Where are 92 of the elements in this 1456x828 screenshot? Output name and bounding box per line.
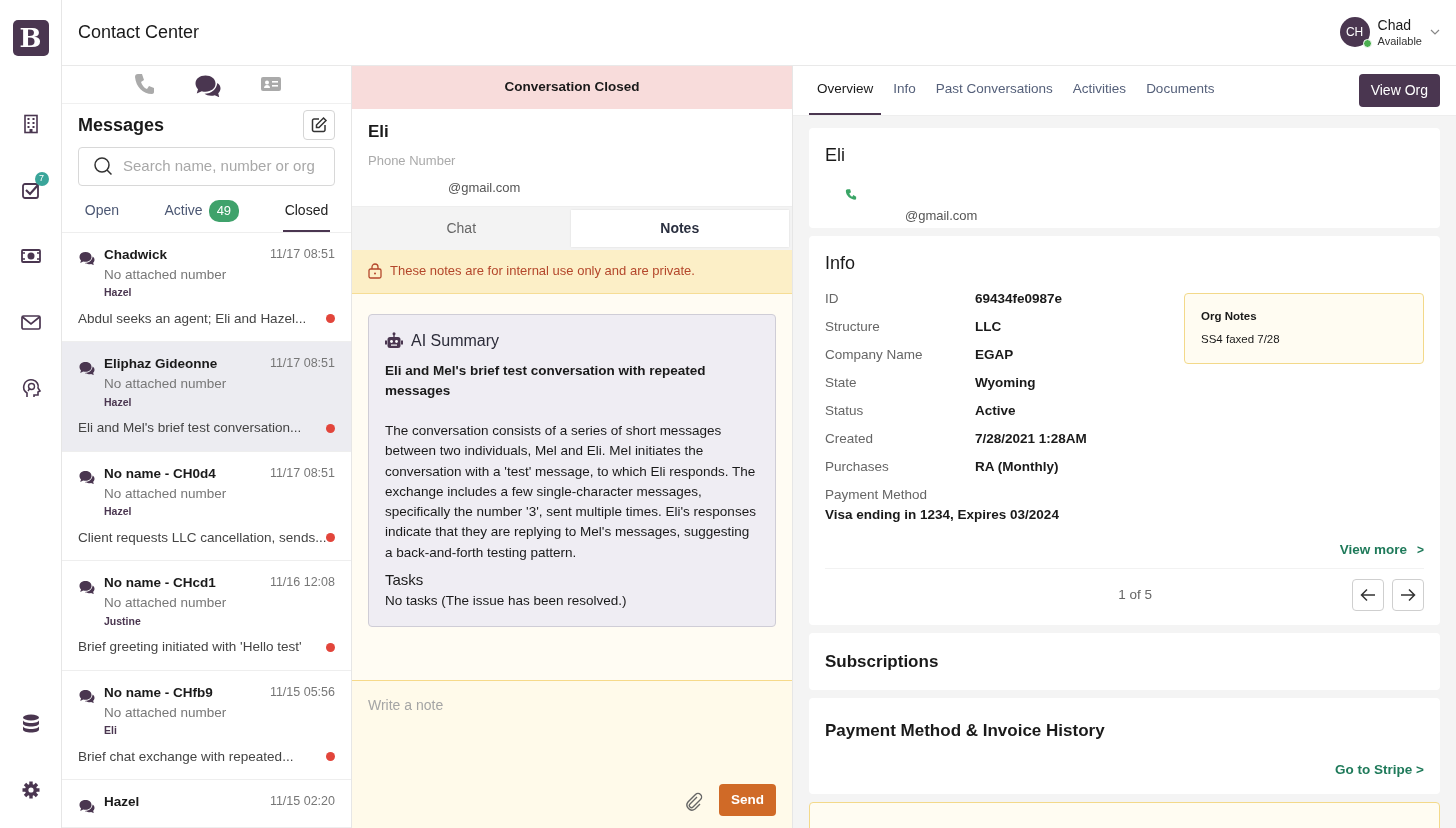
contact-name: Eli <box>825 144 846 167</box>
filter-tab[interactable]: Open <box>82 194 121 232</box>
field-label: Company Name <box>825 345 924 364</box>
timestamp: 11/17 08:51 <box>269 245 335 263</box>
conversation-item[interactable]: Hazel 11/15 02:20 <box>62 780 351 828</box>
section-title: Tasks <box>385 569 425 590</box>
tab[interactable]: Notes <box>570 209 789 247</box>
field-value: LLC <box>975 317 1002 336</box>
tab[interactable]: Documents <box>1138 66 1223 115</box>
email-text: @gmail.com <box>905 207 979 225</box>
contact-name: Eli <box>368 121 390 143</box>
notice-text: These notes are for internal use only and are private. <box>390 262 695 281</box>
count-badge: 7 <box>34 172 49 186</box>
note-text: SS4 faxed 7/28 <box>1201 332 1281 348</box>
user-menu[interactable]: CH Chad Available <box>1339 16 1440 49</box>
contact-name: Chadwick <box>104 245 168 264</box>
field-value: Visa ending in 1234, Expires 03/2024 <box>825 506 1060 525</box>
contact-name: No name - CH0d4 <box>104 464 216 483</box>
search-field[interactable]: Search name, number or org <box>78 146 335 186</box>
contact-name: Hazel <box>104 793 140 811</box>
agent-name: Justine <box>104 613 142 629</box>
timestamp: 11/17 08:51 <box>269 464 335 482</box>
email-text: @gmail.com <box>448 179 522 197</box>
count-badge: 49 <box>208 200 240 222</box>
filter-tab[interactable]: Active 49 <box>162 194 242 232</box>
logo: B <box>12 20 49 56</box>
view-org-button[interactable]: View Org <box>1358 74 1440 107</box>
card-title: AI Summary <box>411 330 499 351</box>
search-input[interactable]: Search name, number or org <box>121 154 320 179</box>
note-field[interactable]: Write a note <box>352 680 792 784</box>
summary-text: Brief greeting initiated with 'Hello test' <box>78 638 302 657</box>
card-title: Payment Method & Invoice History <box>825 720 1106 743</box>
tasks-text: No tasks (The issue has been resolved.) <box>385 592 628 611</box>
tab[interactable]: Activities <box>1064 66 1135 115</box>
phone-number: No attached number <box>104 484 228 503</box>
conversation-item[interactable]: No name - CH0d4 11/17 08:51 No attached number Hazel Client requests LLC cancellation, sends... <box>62 451 351 561</box>
contact-name: No name - CHcd1 <box>104 574 216 592</box>
timestamp: 11/15 05:56 <box>269 683 335 701</box>
field-label: Structure <box>825 317 881 336</box>
user-name: Chad <box>1377 16 1412 35</box>
stripe-link[interactable]: Go to Stripe > <box>1335 759 1424 780</box>
contact-name: No name - CHfb9 <box>104 683 213 702</box>
timestamp: 11/17 08:51 <box>269 355 335 372</box>
card-title: Subscriptions <box>825 650 940 673</box>
summary-text: Client requests LLC cancellation, sends... <box>78 528 327 547</box>
agent-name: Hazel <box>104 285 133 300</box>
field-label: ID <box>825 289 840 308</box>
view-more-link[interactable]: View more > <box>1339 539 1424 560</box>
agent-name: Eli <box>104 723 118 738</box>
page-indicator: 1 of 5 <box>1118 585 1152 604</box>
agent-name: Hazel <box>104 504 133 519</box>
filter-tab[interactable]: Closed <box>282 194 331 232</box>
field-value: Active <box>975 401 1016 420</box>
tab[interactable]: Info <box>885 66 924 115</box>
summary-heading: Eli and Mel's brief test conversation with repeated messages <box>385 361 707 400</box>
contact-name: Eliphaz Gideonne <box>104 355 218 373</box>
send-button[interactable]: Send <box>719 783 776 816</box>
summary-text: Brief chat exchange with repeated... <box>78 747 294 766</box>
field-value: RA (Monthly) <box>975 457 1059 476</box>
avatar: CH <box>1339 17 1370 48</box>
phone-number: No attached number <box>104 703 228 722</box>
tab[interactable]: Past Conversations <box>927 66 1061 115</box>
card-title: Org Notes <box>1201 309 1258 324</box>
tab[interactable]: Overview <box>809 66 882 115</box>
phone-number: No attached number <box>104 594 228 613</box>
conversation-item[interactable]: Eliphaz Gideonne 11/17 08:51 No attached number Hazel Eli and Mel's brief test conversation... <box>62 342 351 452</box>
field-label: State <box>825 373 858 392</box>
conversation-item[interactable]: No name - CHfb9 11/15 05:56 No attached number Eli Brief chat exchange with repeated... <box>62 670 351 780</box>
field-label: Status <box>825 401 865 420</box>
field-label: Payment Method <box>825 486 929 504</box>
summary-text: Abdul seeks an agent; Eli and Hazel... <box>78 309 307 328</box>
status-banner: Conversation Closed <box>352 66 792 109</box>
page-title: Contact Center <box>78 21 200 44</box>
field-label: Purchases <box>825 457 890 476</box>
phone-number: No attached number <box>104 265 228 284</box>
tab[interactable]: Chat <box>352 209 571 247</box>
timestamp: 11/15 02:20 <box>269 793 335 810</box>
card-title: Info <box>825 252 857 275</box>
section-title: Messages <box>78 113 165 137</box>
field-value: 69434fe0987e <box>975 289 1063 308</box>
field-label: Phone Number <box>368 151 457 170</box>
field-value: EGAP <box>975 345 1014 364</box>
summary-text: The conversation consists of a series of short messages between two individuals, Mel and Eli. Mel initiates the conversation with a 'test' message, to which Eli responds. The exchange includes a few single-character messages, specifically the number '3', sent multiple times. Eli's responses indicate that they are replying to Mel's messages, suggesting a back-and-forth testing pattern. <box>385 422 757 562</box>
field-label: Created <box>825 429 875 448</box>
field-value: 7/28/2021 1:28AM <box>975 429 1087 448</box>
field-value: Wyoming <box>975 373 1036 392</box>
phone-number: No attached number <box>104 375 228 394</box>
agent-name: Hazel <box>104 394 133 410</box>
summary-text: Eli and Mel's brief test conversation... <box>78 419 302 438</box>
timestamp: 11/16 12:08 <box>269 574 335 591</box>
conversation-item[interactable]: No name - CHcd1 11/16 12:08 No attached number Justine Brief greeting initiated with 'Hello test' <box>62 561 351 671</box>
user-status: Available <box>1377 34 1422 49</box>
